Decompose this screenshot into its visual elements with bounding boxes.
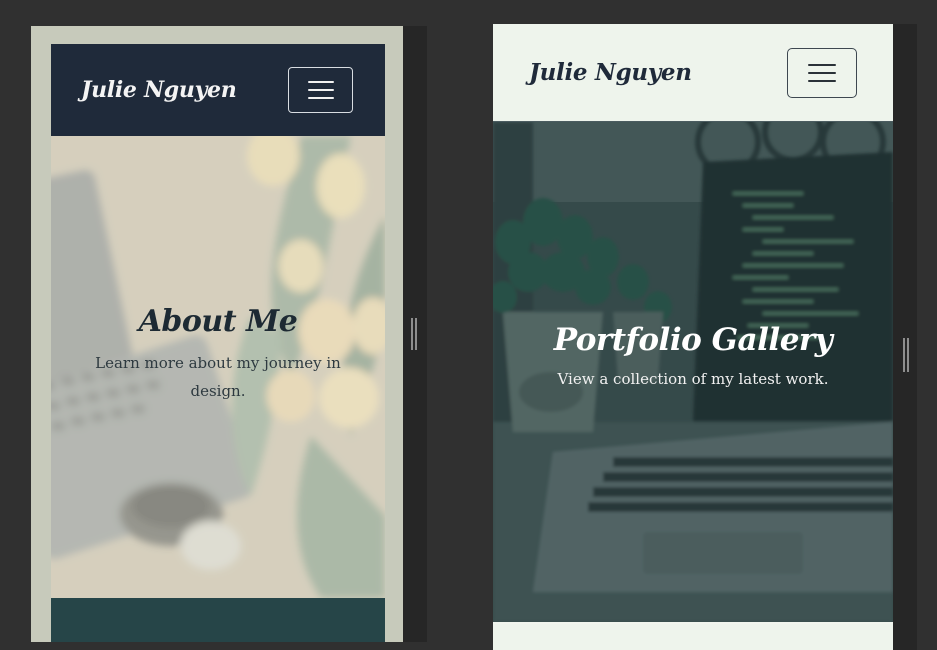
- hamburger-menu-icon: [307, 81, 334, 83]
- preview-stage: Julie Nguyen About Me Learn more about m…: [0, 0, 937, 650]
- page-subtitle: Learn more about my journey in design.: [95, 354, 341, 400]
- hero-content: About Me Learn more about my journey in …: [51, 304, 385, 405]
- page-subtitle: View a collection of my latest work.: [557, 370, 829, 388]
- brand-logo-link[interactable]: Julie Nguyen: [81, 77, 237, 103]
- about-page-preview: Julie Nguyen About Me Learn more about m…: [51, 44, 385, 642]
- navbar-toggler-button[interactable]: [288, 67, 353, 113]
- resize-grip-icon[interactable]: [902, 338, 910, 372]
- brand-logo-link[interactable]: Julie Nguyen: [529, 59, 692, 86]
- navbar: Julie Nguyen: [51, 44, 385, 136]
- hamburger-menu-icon: [808, 63, 836, 66]
- portfolio-hero-section: Portfolio Gallery View a collection of m…: [493, 122, 893, 622]
- left-device-viewport: Julie Nguyen About Me Learn more about m…: [31, 26, 403, 642]
- hamburger-menu-icon: [808, 71, 836, 74]
- page-title: Portfolio Gallery: [553, 322, 833, 358]
- hamburger-menu-icon: [307, 89, 334, 91]
- hamburger-menu-icon: [808, 79, 836, 82]
- page-title: About Me: [138, 304, 298, 339]
- right-preview-scrollbar[interactable]: [893, 24, 917, 650]
- next-section-strip: [493, 624, 893, 650]
- resize-grip-icon[interactable]: [410, 318, 418, 350]
- next-section-strip: [51, 598, 385, 642]
- right-device-viewport: Julie Nguyen Portfolio Gallery View a co…: [493, 24, 893, 650]
- navbar: Julie Nguyen: [493, 24, 893, 122]
- about-hero-section: About Me Learn more about my journey in …: [51, 136, 385, 598]
- hero-content: Portfolio Gallery View a collection of m…: [493, 322, 893, 388]
- navbar-toggler-button[interactable]: [787, 47, 857, 98]
- hamburger-menu-icon: [307, 97, 334, 99]
